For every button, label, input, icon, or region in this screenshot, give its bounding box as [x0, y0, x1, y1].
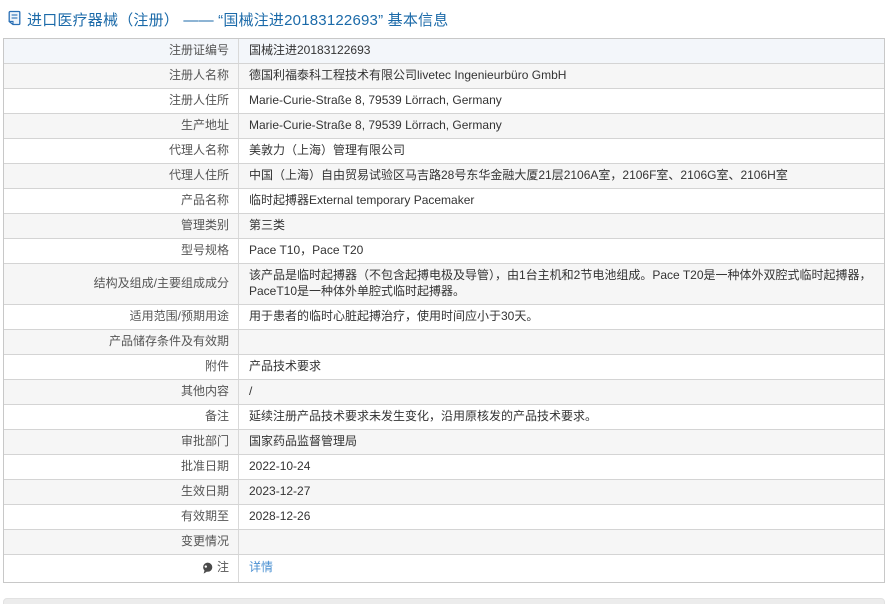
table-row-agent-name: 代理人名称 美敦力（上海）管理有限公司 [4, 139, 884, 164]
row-value: 详情 [239, 555, 884, 582]
row-value: 2028-12-26 [239, 505, 884, 529]
row-value: 国械注进20183122693 [239, 39, 884, 63]
table-row-production-address: 生产地址 Marie-Curie-Straße 8, 79539 Lörrach… [4, 114, 884, 139]
row-label: 型号规格 [4, 239, 239, 263]
table-row-attachment: 附件 产品技术要求 [4, 355, 884, 380]
details-link[interactable]: 详情 [249, 560, 273, 576]
row-label: 适用范围/预期用途 [4, 305, 239, 329]
row-value: 国家药品监督管理局 [239, 430, 884, 454]
row-label: 注册人名称 [4, 64, 239, 88]
row-label: 其他内容 [4, 380, 239, 404]
table-row-storage-validity: 产品储存条件及有效期 [4, 330, 884, 355]
table-row-remarks: 备注 延续注册产品技术要求未发生变化，沿用原核发的产品技术要求。 [4, 405, 884, 430]
table-row-agent-address: 代理人住所 中国（上海）自由贸易试验区马吉路28号东华金融大厦21层2106A室… [4, 164, 884, 189]
row-label: 批准日期 [4, 455, 239, 479]
registration-info-table: 注册证编号 国械注进20183122693 注册人名称 德国利福泰科工程技术有限… [3, 38, 885, 583]
note-balloon-icon [202, 562, 213, 575]
row-value: 第三类 [239, 214, 884, 238]
page-header: 进口医疗器械（注册） —— “国械注进20183122693” 基本信息 [0, 0, 888, 38]
row-label: 注册证编号 [4, 39, 239, 63]
table-row-model-spec: 型号规格 Pace T10，Pace T20 [4, 239, 884, 264]
page-title: 进口医疗器械（注册） —— “国械注进20183122693” 基本信息 [27, 9, 448, 30]
row-value: 美敦力（上海）管理有限公司 [239, 139, 884, 163]
row-label: 代理人住所 [4, 164, 239, 188]
row-value: Marie-Curie-Straße 8, 79539 Lörrach, Ger… [239, 89, 884, 113]
row-value: 临时起搏器External temporary Pacemaker [239, 189, 884, 213]
row-label: 注册人住所 [4, 89, 239, 113]
table-row-intended-use: 适用范围/预期用途 用于患者的临时心脏起搏治疗，使用时间应小于30天。 [4, 305, 884, 330]
row-label: 代理人名称 [4, 139, 239, 163]
page: 进口医疗器械（注册） —— “国械注进20183122693” 基本信息 注册证… [0, 0, 888, 604]
table-row-change-status: 变更情况 [4, 530, 884, 555]
row-label: 审批部门 [4, 430, 239, 454]
row-value [239, 330, 884, 354]
row-value: Pace T10，Pace T20 [239, 239, 884, 263]
row-label: 变更情况 [4, 530, 239, 554]
row-label: 生效日期 [4, 480, 239, 504]
row-label: 管理类别 [4, 214, 239, 238]
row-value: Marie-Curie-Straße 8, 79539 Lörrach, Ger… [239, 114, 884, 138]
row-label: 备注 [4, 405, 239, 429]
row-label: 结构及组成/主要组成成分 [4, 264, 239, 304]
row-label-text: 注 [217, 560, 229, 576]
table-row-approval-department: 审批部门 国家药品监督管理局 [4, 430, 884, 455]
row-value: 延续注册产品技术要求未发生变化，沿用原核发的产品技术要求。 [239, 405, 884, 429]
table-row-product-name: 产品名称 临时起搏器External temporary Pacemaker [4, 189, 884, 214]
document-icon [7, 10, 22, 26]
row-label: 产品储存条件及有效期 [4, 330, 239, 354]
table-row-registrant-name: 注册人名称 德国利福泰科工程技术有限公司livetec Ingenieurbür… [4, 64, 884, 89]
row-value: 2022-10-24 [239, 455, 884, 479]
table-row-other-content: 其他内容 / [4, 380, 884, 405]
table-row-cert-number: 注册证编号 国械注进20183122693 [4, 39, 884, 64]
row-label: 附件 [4, 355, 239, 379]
row-value: 该产品是临时起搏器（不包含起搏电极及导管），由1台主机和2节电池组成。Pace … [239, 264, 884, 304]
row-label: 产品名称 [4, 189, 239, 213]
table-row-effective-date: 生效日期 2023-12-27 [4, 480, 884, 505]
row-value: 2023-12-27 [239, 480, 884, 504]
row-value: / [239, 380, 884, 404]
row-label: 注 [4, 555, 239, 582]
row-value: 产品技术要求 [239, 355, 884, 379]
table-row-expiry-date: 有效期至 2028-12-26 [4, 505, 884, 530]
table-row-approval-date: 批准日期 2022-10-24 [4, 455, 884, 480]
row-label: 生产地址 [4, 114, 239, 138]
table-row-registrant-address: 注册人住所 Marie-Curie-Straße 8, 79539 Lörrac… [4, 89, 884, 114]
table-row-note: 注 详情 [4, 555, 884, 582]
table-row-management-class: 管理类别 第三类 [4, 214, 884, 239]
footer-bar [3, 598, 885, 604]
table-row-structure-composition: 结构及组成/主要组成成分 该产品是临时起搏器（不包含起搏电极及导管），由1台主机… [4, 264, 884, 305]
row-value: 用于患者的临时心脏起搏治疗，使用时间应小于30天。 [239, 305, 884, 329]
row-value: 中国（上海）自由贸易试验区马吉路28号东华金融大厦21层2106A室，2106F… [239, 164, 884, 188]
row-value: 德国利福泰科工程技术有限公司livetec Ingenieurbüro GmbH [239, 64, 884, 88]
row-label: 有效期至 [4, 505, 239, 529]
row-value [239, 530, 884, 554]
